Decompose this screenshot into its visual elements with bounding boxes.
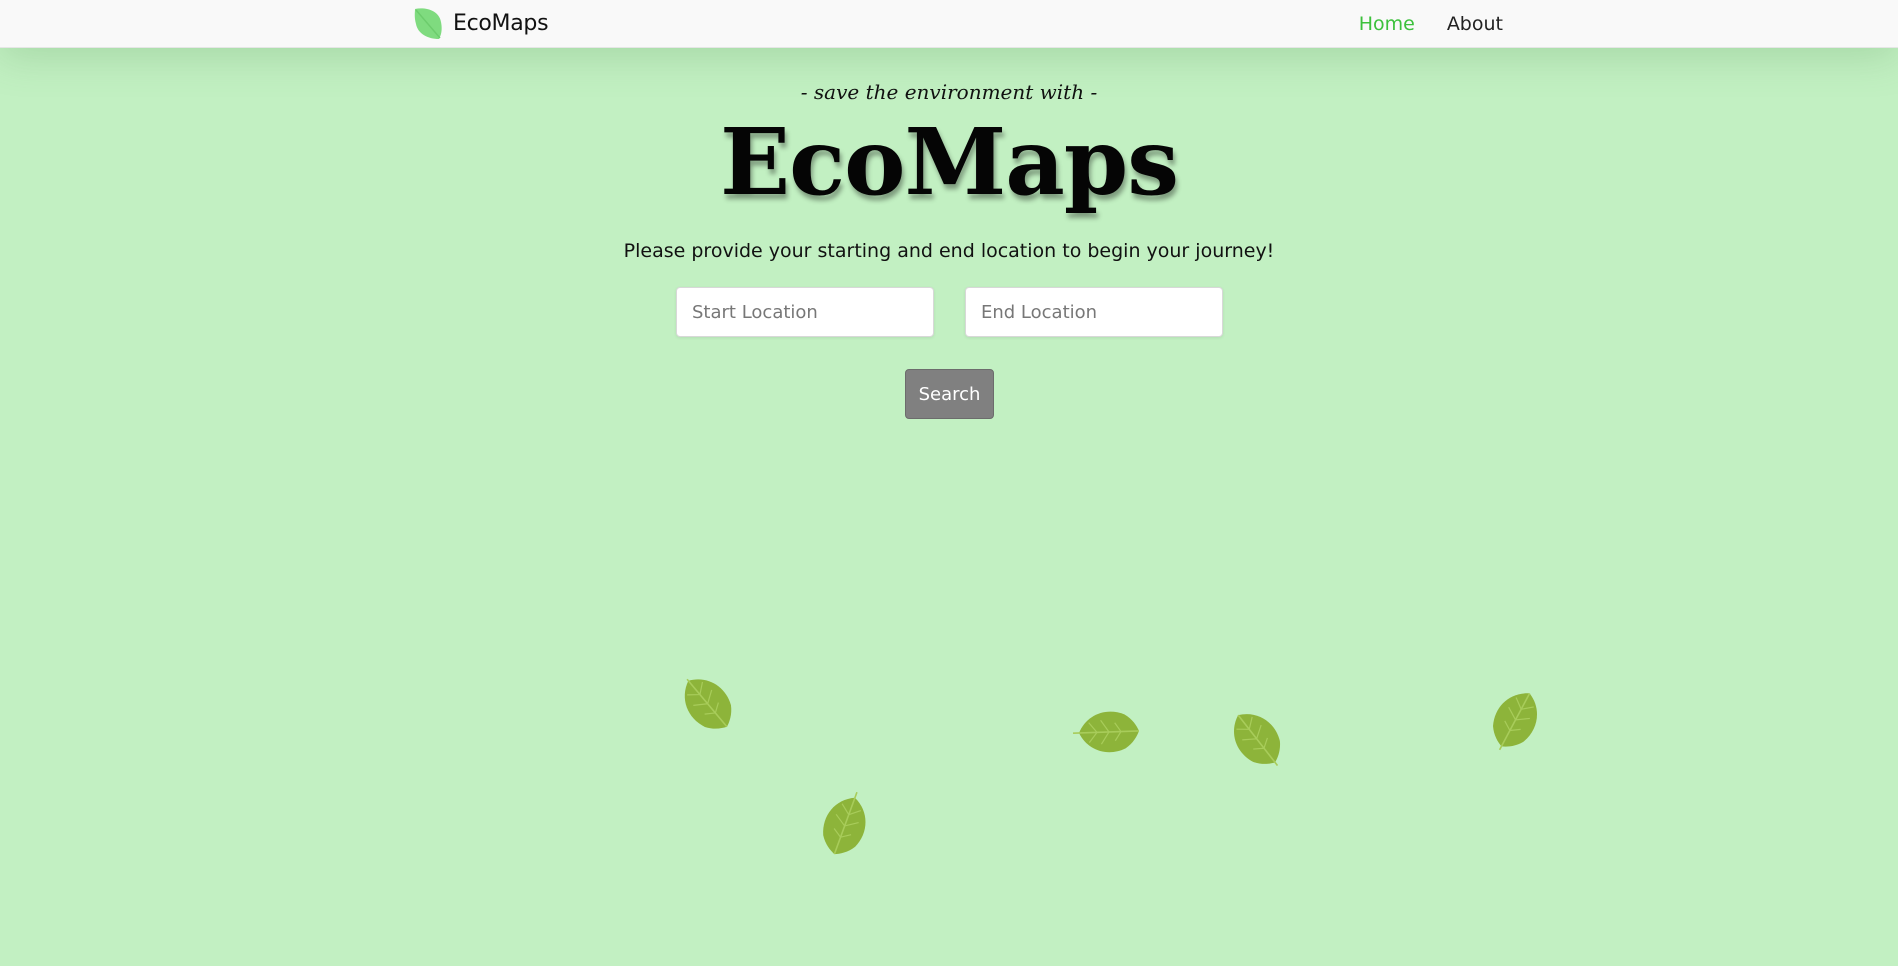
leaf-icon — [1072, 711, 1140, 753]
brand-name: EcoMaps — [453, 10, 549, 36]
instructions-text: Please provide your starting and end loc… — [623, 240, 1275, 262]
start-location-input[interactable] — [676, 287, 934, 337]
search-button[interactable]: Search — [905, 369, 994, 419]
nav-links: Home About — [1359, 0, 1503, 47]
end-location-input[interactable] — [965, 287, 1223, 337]
leaf-icon — [414, 8, 442, 39]
brand-link[interactable]: EcoMaps — [413, 6, 549, 40]
leaf-icon — [684, 678, 732, 729]
leaf-icon — [1234, 714, 1281, 767]
leaf-icon — [823, 791, 866, 855]
leaf-icon — [1493, 693, 1537, 751]
page-title: EcoMaps — [719, 108, 1179, 216]
nav-about-link[interactable]: About — [1447, 13, 1503, 35]
nav-home-link[interactable]: Home — [1359, 13, 1415, 35]
tagline: - save the environment with - — [800, 80, 1098, 104]
navbar: EcoMaps Home About — [0, 0, 1898, 48]
